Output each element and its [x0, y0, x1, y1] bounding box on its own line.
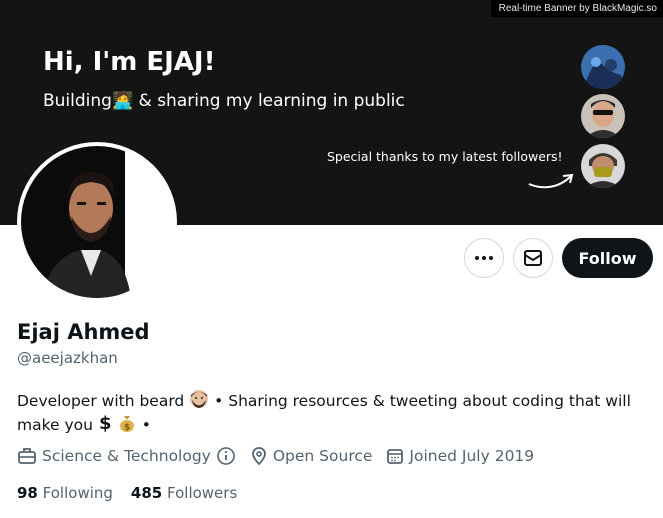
banner-credit: Real-time Banner by BlackMagic.so: [490, 0, 663, 17]
briefcase-icon: [18, 448, 36, 464]
profile-bio: Developer with beard • Sharing resources…: [17, 389, 637, 437]
profile-meta: Science & Technology Open Source Joined …: [17, 446, 534, 466]
profile-avatar[interactable]: [17, 142, 177, 302]
location-pin-icon: [251, 447, 266, 466]
follower-avatar-1[interactable]: [581, 45, 625, 89]
message-button[interactable]: [513, 238, 553, 278]
info-icon[interactable]: [216, 446, 236, 466]
bio-text-3: •: [141, 416, 151, 434]
follower-avatar-3[interactable]: [581, 144, 625, 188]
banner-tagline: Building🧑‍💻 & sharing my learning in pub…: [43, 91, 405, 111]
following-label: Following: [42, 484, 113, 502]
following-link[interactable]: 98 Following: [17, 484, 113, 502]
display-name: Ejaj Ahmed: [17, 320, 150, 344]
svg-text:$: $: [99, 413, 112, 433]
ellipsis-icon: [475, 256, 493, 260]
joined-item: Joined July 2019: [386, 446, 534, 466]
follower-avatar-2[interactable]: [581, 94, 625, 138]
mail-icon: [524, 250, 542, 266]
calendar-icon: [387, 449, 404, 464]
bio-text-1: Developer with beard: [17, 392, 185, 410]
profile-photo-image: [21, 146, 173, 298]
following-count: 98: [17, 484, 38, 502]
follow-button[interactable]: Follow: [562, 238, 653, 278]
money-bag-icon: $: [119, 416, 134, 433]
more-options-button[interactable]: [464, 238, 504, 278]
followers-count: 485: [130, 484, 163, 502]
followers-link[interactable]: 485 Followers: [131, 484, 237, 502]
dollar-sign-icon: $: [99, 413, 112, 433]
follow-stats: 98 Following 485 Followers: [17, 484, 237, 502]
svg-text:$: $: [124, 423, 130, 433]
category-item: Science & Technology: [17, 446, 236, 466]
location-label: Open Source: [272, 447, 373, 465]
location-item: Open Source: [250, 446, 373, 466]
category-label: Science & Technology: [42, 447, 211, 465]
joined-label: Joined July 2019: [409, 447, 535, 465]
bearded-face-emoji-icon: [190, 390, 209, 408]
user-handle: @aeejazkhan: [17, 349, 118, 367]
banner-headline: Hi, I'm EJAJ!: [43, 47, 216, 77]
banner-thanks-text: Special thanks to my latest followers!: [327, 149, 563, 164]
curved-arrow-icon: [528, 173, 574, 189]
followers-label: Followers: [167, 484, 238, 502]
